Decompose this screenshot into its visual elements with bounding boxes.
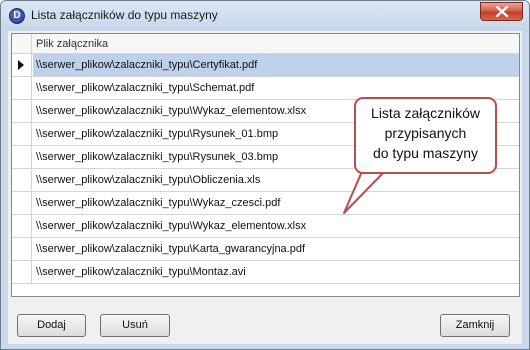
callout-line-1: Lista załączników (371, 105, 480, 121)
grid-header: Plik załącznika (12, 34, 519, 54)
column-header-file[interactable]: Plik załącznika (36, 38, 108, 50)
remove-button[interactable]: Usuń (100, 314, 170, 337)
row-header-cell[interactable] (12, 238, 32, 260)
row-header-cell[interactable] (12, 261, 32, 283)
row-pointer-icon (18, 60, 24, 70)
title-bar[interactable]: D Lista załączników do typu maszyny (1, 1, 529, 31)
dialog-window: D Lista załączników do typu maszyny Plik… (0, 0, 530, 350)
row-header-cell[interactable] (12, 146, 32, 168)
file-path-cell[interactable]: \\serwer_plikow\zalaczniki_typu\Schemat.… (33, 77, 519, 99)
close-button[interactable]: Zamknij (440, 314, 510, 337)
row-header-cell[interactable] (12, 54, 32, 76)
row-header-cell[interactable] (12, 77, 32, 99)
table-row[interactable]: \\serwer_plikow\zalaczniki_typu\Karta_gw… (12, 238, 519, 261)
row-header-cell[interactable] (12, 100, 32, 122)
table-row[interactable]: \\serwer_plikow\zalaczniki_typu\Montaz.a… (12, 261, 519, 284)
table-row[interactable]: \\serwer_plikow\zalaczniki_typu\Wykaz_cz… (12, 192, 519, 215)
row-header-cell[interactable] (12, 123, 32, 145)
callout-line-2: przypisanych (384, 125, 467, 141)
file-path-cell[interactable]: \\serwer_plikow\zalaczniki_typu\Certyfik… (33, 54, 519, 76)
table-row[interactable]: \\serwer_plikow\zalaczniki_typu\Certyfik… (12, 54, 519, 77)
grid-corner-cell[interactable] (12, 34, 32, 54)
window-close-button[interactable] (480, 2, 523, 21)
row-header-cell[interactable] (12, 215, 32, 237)
callout-annotation: Lista załączników przypisanych do typu m… (354, 97, 497, 174)
file-path-cell[interactable]: \\serwer_plikow\zalaczniki_typu\Wykaz_cz… (33, 192, 519, 214)
callout-line-3: do typu maszyny (372, 145, 479, 161)
row-header-cell[interactable] (12, 169, 32, 191)
close-icon (495, 6, 509, 17)
callout-tail (343, 169, 388, 214)
add-button[interactable]: Dodaj (17, 314, 86, 337)
table-row[interactable]: \\serwer_plikow\zalaczniki_typu\Wykaz_el… (12, 215, 519, 238)
window-title: Lista załączników do typu maszyny (31, 8, 218, 22)
row-header-cell[interactable] (12, 192, 32, 214)
app-icon: D (9, 8, 25, 24)
file-path-cell[interactable]: \\serwer_plikow\zalaczniki_typu\Karta_gw… (33, 238, 519, 260)
file-path-cell[interactable]: \\serwer_plikow\zalaczniki_typu\Montaz.a… (33, 261, 519, 283)
dialog-client-area: Plik załącznika \\serwer_plikow\zalaczni… (8, 31, 522, 344)
file-path-cell[interactable]: \\serwer_plikow\zalaczniki_typu\Wykaz_el… (33, 215, 519, 237)
